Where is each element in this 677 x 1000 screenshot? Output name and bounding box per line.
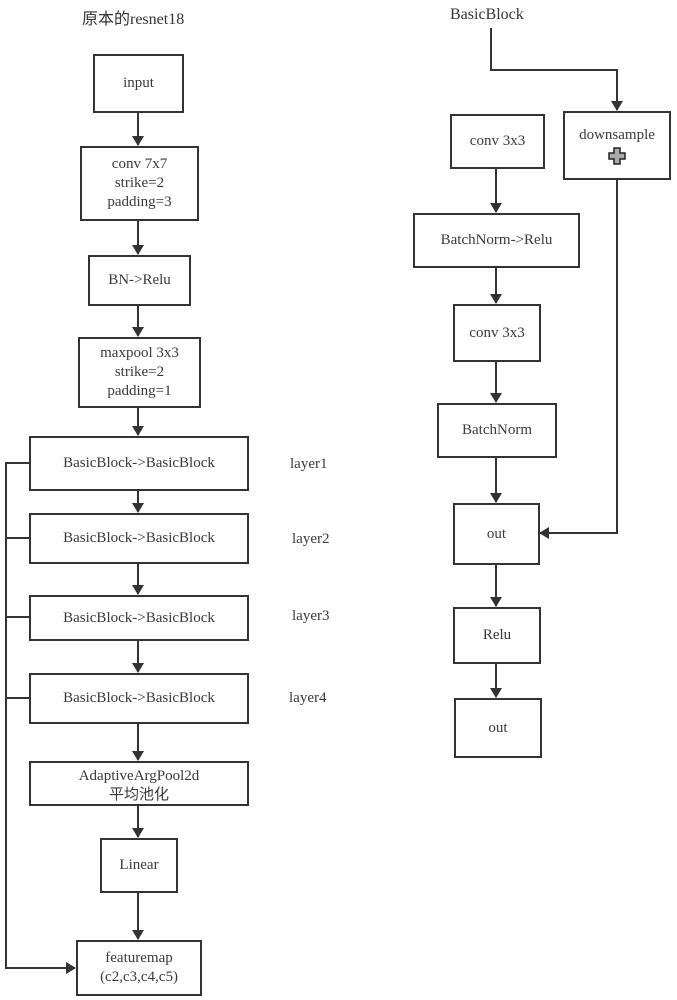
node-text: conv 3x3 xyxy=(469,324,525,341)
node-text: Relu xyxy=(482,627,512,643)
node-out-sum: out xyxy=(453,503,540,565)
node-text: BatchNorm->Relu xyxy=(440,232,553,248)
node-batchnorm-relu: BatchNorm->Relu xyxy=(413,213,580,268)
node-text: strike=2 xyxy=(114,175,165,191)
node-conv7x7: conv 7x7 strike=2 padding=3 xyxy=(80,146,199,221)
node-text: BasicBlock->BasicBlock xyxy=(63,690,215,706)
node-text: maxpool 3x3 xyxy=(100,345,179,361)
layer4-label: layer4 xyxy=(289,690,327,706)
node-layer1: BasicBlock->BasicBlock xyxy=(29,436,249,491)
node-text: padding=3 xyxy=(107,194,172,210)
node-maxpool: maxpool 3x3 strike=2 padding=1 xyxy=(78,337,201,408)
node-text: out xyxy=(486,525,507,542)
node-input-text: input xyxy=(123,75,154,91)
node-out-final: out xyxy=(454,698,542,758)
node-text: padding=1 xyxy=(107,383,172,399)
node-bn-relu: BN->Relu xyxy=(88,255,191,306)
node-text: out xyxy=(488,719,508,736)
node-text: strike=2 xyxy=(114,364,165,380)
node-text: AdaptiveArgPool2d xyxy=(78,768,200,784)
node-batchnorm: BatchNorm xyxy=(437,403,557,458)
node-text: BN->Relu xyxy=(108,272,171,288)
layer3-label: layer3 xyxy=(292,608,330,624)
node-text: BasicBlock->BasicBlock xyxy=(63,609,215,626)
node-text: downsample xyxy=(579,127,655,143)
layer1-label: layer1 xyxy=(290,456,328,472)
node-text: conv 3x3 xyxy=(469,133,526,149)
node-text: featuremap xyxy=(105,950,173,966)
node-text: BatchNorm xyxy=(462,422,532,438)
node-conv3x3-2: conv 3x3 xyxy=(453,304,541,362)
node-adaptive-avgpool: AdaptiveArgPool2d 平均池化 xyxy=(29,761,249,806)
node-layer2: BasicBlock->BasicBlock xyxy=(29,513,249,564)
node-linear: Linear xyxy=(100,838,178,893)
node-conv3x3-1: conv 3x3 xyxy=(450,114,545,169)
plus-icon xyxy=(608,147,626,165)
node-input: input xyxy=(93,54,184,113)
node-text: BasicBlock->BasicBlock xyxy=(63,455,215,471)
node-featuremap: featuremap (c2,c3,c4,c5) xyxy=(76,940,202,996)
node-text: conv 7x7 xyxy=(111,156,168,172)
node-text: (c2,c3,c4,c5) xyxy=(100,969,178,985)
node-text: Linear xyxy=(119,857,159,873)
node-text: BasicBlock->BasicBlock xyxy=(63,530,215,546)
node-layer3: BasicBlock->BasicBlock xyxy=(29,595,249,641)
node-layer4: BasicBlock->BasicBlock xyxy=(29,673,249,724)
basicblock-title: BasicBlock xyxy=(450,6,524,23)
resnet18-title: 原本的resnet18 xyxy=(82,11,185,28)
node-downsample: downsample xyxy=(563,111,671,180)
layer2-label: layer2 xyxy=(292,531,330,547)
arrow-title-downsample xyxy=(490,28,623,111)
node-text: 平均池化 xyxy=(108,787,169,803)
node-relu: Relu xyxy=(453,607,541,664)
